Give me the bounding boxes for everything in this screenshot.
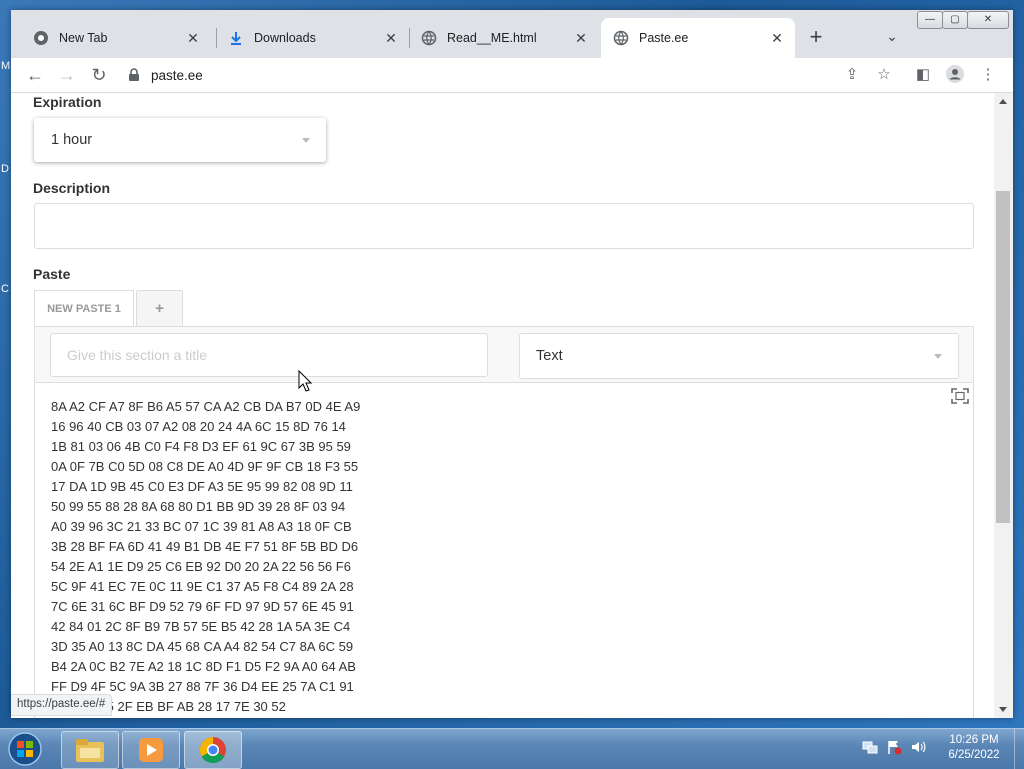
section-title-input[interactable]: Give this section a title bbox=[50, 333, 488, 377]
section-header: Give this section a title Text bbox=[34, 326, 974, 384]
add-section-button[interactable]: + bbox=[136, 290, 183, 327]
syntax-select[interactable]: Text bbox=[519, 333, 959, 379]
status-bubble: https://paste.ee/# bbox=[11, 694, 113, 716]
close-icon[interactable]: ✕ bbox=[571, 30, 591, 47]
network-icon[interactable] bbox=[862, 739, 878, 755]
page-content: Expiration 1 hour Description Paste NEW … bbox=[11, 93, 994, 718]
window-close-button[interactable]: ✕ bbox=[967, 11, 1009, 29]
tab-title: Read__ME.html bbox=[447, 31, 537, 45]
close-icon[interactable]: ✕ bbox=[767, 30, 787, 47]
desktop-label-fragment: M bbox=[1, 60, 11, 72]
content-line: A0 39 96 3C 21 33 BC 07 1C 39 81 A8 A3 1… bbox=[51, 519, 352, 534]
chevron-down-icon bbox=[302, 137, 310, 143]
paste-editor[interactable]: 8A A2 CF A7 8F B6 A5 57 CA A2 CB DA B7 0… bbox=[34, 382, 974, 718]
content-line: B4 2A 0C B2 7E A2 18 1C 8D F1 D5 F2 9A A… bbox=[51, 659, 356, 674]
close-icon[interactable]: ✕ bbox=[381, 30, 401, 47]
description-input[interactable] bbox=[34, 203, 974, 249]
download-icon bbox=[228, 30, 244, 46]
syntax-value: Text bbox=[536, 348, 563, 364]
description-label: Description bbox=[33, 180, 111, 196]
share-icon[interactable]: ⇪ bbox=[841, 64, 863, 86]
tab-pasteee[interactable]: Paste.ee ✕ bbox=[601, 18, 795, 58]
scrollbar-thumb[interactable] bbox=[996, 191, 1010, 523]
explorer-icon bbox=[76, 739, 104, 762]
content-line: 42 84 01 2C 8F B9 7B 57 5E B5 42 28 1A 5… bbox=[51, 619, 351, 634]
url-text: paste.ee bbox=[151, 67, 203, 83]
tab-title: New Tab bbox=[59, 31, 108, 45]
expiration-select[interactable]: 1 hour bbox=[34, 118, 326, 162]
paste-content: 8A A2 CF A7 8F B6 A5 57 CA A2 CB DA B7 0… bbox=[51, 397, 360, 717]
content-line: 50 99 55 88 28 8A 68 80 D1 BB 9D 39 28 8… bbox=[51, 499, 346, 514]
content-line: 5C 9F 41 EC 7E 0C 11 9E C1 37 A5 F8 C4 8… bbox=[51, 579, 354, 594]
page-scrollbar[interactable] bbox=[994, 93, 1013, 718]
paste-label: Paste bbox=[33, 266, 71, 282]
reload-button[interactable]: ↻ bbox=[87, 63, 111, 87]
content-line: 3D 35 A0 13 8C DA 45 68 CA A4 82 54 C7 8… bbox=[51, 639, 354, 654]
desktop-label-fragment: D bbox=[1, 163, 9, 175]
volume-icon[interactable] bbox=[910, 739, 926, 755]
tab-strip: New Tab ✕ Downloads ✕ Read__ME.html ✕ Pa… bbox=[11, 10, 1013, 58]
new-tab-button[interactable]: + bbox=[804, 26, 828, 50]
profile-avatar-icon[interactable] bbox=[944, 64, 966, 86]
content-line: 7C 6E 31 6C BF D9 52 79 6F FD 97 9D 57 6… bbox=[51, 599, 354, 614]
minimize-button[interactable]: — bbox=[917, 11, 943, 29]
browser-toolbar: ← → ↻ paste.ee ⇪ ☆ ◧ ⋮ bbox=[11, 58, 1013, 93]
back-button[interactable]: ← bbox=[23, 63, 47, 87]
show-desktop-button[interactable] bbox=[1014, 729, 1024, 769]
forward-button[interactable]: → bbox=[55, 63, 79, 87]
address-bar[interactable]: paste.ee bbox=[119, 60, 961, 90]
taskbar-chrome[interactable] bbox=[184, 731, 242, 769]
desktop-label-fragment: C bbox=[1, 283, 9, 295]
start-button[interactable] bbox=[6, 731, 44, 767]
tab-title: Downloads bbox=[254, 31, 316, 45]
tab-new-paste-1[interactable]: NEW PASTE 1 bbox=[34, 290, 134, 328]
taskbar-media-player[interactable] bbox=[122, 731, 180, 769]
bookmark-star-icon[interactable]: ☆ bbox=[873, 64, 895, 86]
browser-window: New Tab ✕ Downloads ✕ Read__ME.html ✕ Pa… bbox=[11, 10, 1013, 718]
expiration-value: 1 hour bbox=[51, 132, 93, 148]
content-line: 1B 81 03 06 4B C0 F4 F8 D3 EF 61 9C 67 3… bbox=[51, 439, 351, 454]
media-player-icon bbox=[139, 738, 163, 762]
content-line: 54 2E A1 1E D9 25 C6 EB 92 D0 20 2A 22 5… bbox=[51, 559, 351, 574]
clock-time: 10:26 PM bbox=[949, 734, 999, 746]
taskbar-clock[interactable]: 10:26 PM 6/25/2022 bbox=[936, 733, 1012, 763]
content-line: 16 96 40 CB 03 07 A2 08 20 24 4A 6C 15 8… bbox=[51, 419, 346, 434]
lock-icon bbox=[129, 68, 139, 81]
tab-downloads[interactable]: Downloads ✕ bbox=[216, 18, 409, 58]
clock-date: 6/25/2022 bbox=[948, 749, 1000, 761]
chevron-down-icon bbox=[934, 353, 942, 359]
content-line: 0A 0F 7B C0 5D 08 C8 DE A0 4D 9F 9F CB 1… bbox=[51, 459, 359, 474]
maximize-button[interactable]: ▢ bbox=[942, 11, 968, 29]
content-line: 3B 28 BF FA 6D 41 49 B1 DB 4E F7 51 8F 5… bbox=[51, 539, 359, 554]
scroll-up-icon[interactable] bbox=[999, 99, 1007, 104]
chevron-down-icon[interactable]: ⌄ bbox=[882, 28, 902, 48]
tab-readme[interactable]: Read__ME.html ✕ bbox=[409, 18, 599, 58]
tab-new-tab[interactable]: New Tab ✕ bbox=[21, 18, 211, 58]
side-panel-icon[interactable]: ◧ bbox=[912, 64, 934, 86]
system-tray bbox=[862, 739, 926, 759]
taskbar-explorer[interactable] bbox=[61, 731, 119, 769]
expiration-label: Expiration bbox=[33, 94, 102, 110]
kebab-menu-icon[interactable]: ⋮ bbox=[977, 64, 999, 86]
mouse-cursor-icon bbox=[298, 370, 312, 392]
content-line: 8A A2 CF A7 8F B6 A5 57 CA A2 CB DA B7 0… bbox=[51, 399, 361, 414]
tab-title: Paste.ee bbox=[639, 31, 689, 45]
chrome-icon bbox=[33, 30, 49, 46]
taskbar: 10:26 PM 6/25/2022 bbox=[0, 728, 1024, 769]
fullscreen-icon[interactable] bbox=[951, 388, 969, 404]
globe-icon bbox=[613, 30, 629, 46]
action-center-flag-icon[interactable] bbox=[886, 739, 902, 755]
globe-icon bbox=[421, 30, 437, 46]
close-icon[interactable]: ✕ bbox=[183, 30, 203, 47]
chrome-icon bbox=[199, 736, 226, 764]
content-line: 17 DA 1D 9B 45 C0 E3 DF A3 5E 95 99 82 0… bbox=[51, 479, 353, 494]
scroll-down-icon[interactable] bbox=[999, 707, 1007, 712]
